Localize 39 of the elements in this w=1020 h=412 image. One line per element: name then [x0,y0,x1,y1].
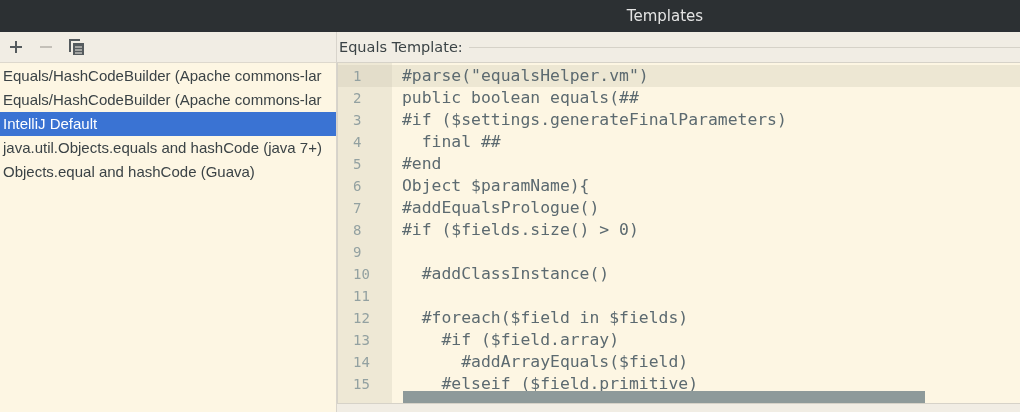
line-number: 4 [352,133,363,152]
scrollbar-thumb[interactable] [403,391,925,403]
window-title: Templates [626,7,704,25]
copy-icon [68,39,84,55]
code-line: #addClassInstance() [420,263,611,285]
line-number: 14 [352,353,371,372]
editor-label: Equals Template: [339,39,463,55]
code-line: #foreach($field in $fields) [420,307,690,329]
template-list-item[interactable]: IntelliJ Default [0,112,336,136]
code-line: #end [401,153,443,175]
line-number: 3 [352,111,363,130]
template-list-item[interactable]: Equals/HashCodeBuilder (Apache commons-lar [0,88,336,112]
plus-icon [10,41,22,53]
line-number: 15 [352,375,371,394]
template-list-item[interactable]: Objects.equal and hashCode (Guava) [0,160,336,184]
line-number: 1 [338,65,392,87]
line-number: 9 [352,243,363,262]
code-line: public boolean equals(## [401,87,640,109]
code-line: #elseif ($field.primitive) [440,373,700,395]
line-number: 11 [352,287,371,306]
code-line: final ## [420,131,502,153]
code-line: #if ($field.array) [440,329,621,351]
line-number: 12 [352,309,371,328]
line-number: 2 [352,89,363,108]
code-line: #addEqualsPrologue() [401,197,601,219]
code-line: #if ($fields.size() > 0) [401,219,640,241]
minus-icon [40,46,52,48]
code-line: #if ($settings.generateFinalParameters) [401,109,788,131]
code-line: #addArrayEquals($field) [460,351,690,373]
template-list-item[interactable]: Equals/HashCodeBuilder (Apache commons-lar [0,64,336,88]
code-line: Object $paramName){ [401,175,591,197]
line-number: 10 [352,265,371,284]
template-list-item[interactable]: java.util.Objects.equals and hashCode (java 7+) [0,136,336,160]
line-number: 7 [352,199,363,218]
line-number: 8 [352,221,363,240]
line-number: 6 [352,177,363,196]
line-number: 5 [352,155,363,174]
line-number: 13 [352,331,371,350]
code-editor[interactable] [337,62,1020,403]
